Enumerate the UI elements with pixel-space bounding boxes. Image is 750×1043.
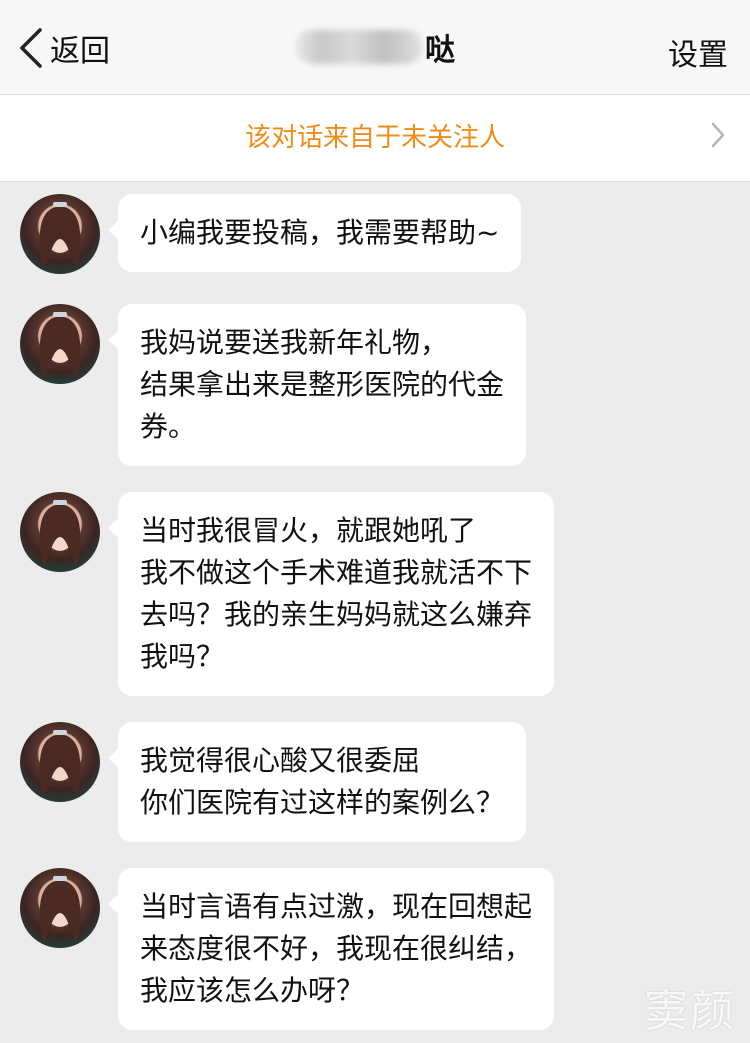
watermark: 窦颜 [644, 986, 736, 1037]
message-text-line: 来态度很不好，我现在很纠结， [140, 932, 533, 965]
stranger-notice-banner[interactable]: 该对话来自于未关注人 [0, 95, 750, 182]
notice-text: 该对话来自于未关注人 [244, 123, 505, 153]
message-bubble[interactable]: 当时言语有点过激，现在回想起 来态度很不好，我现在很纠结， 我应该怎么办呀？ [107, 868, 555, 1030]
avatar-portrait-icon [39, 500, 81, 568]
message-text-line: 当时我很冒火，就跟她吼了 [140, 514, 477, 547]
message-bubble[interactable]: 小编我要投稿，我需要帮助~ [107, 194, 522, 272]
message-bubble[interactable]: 我妈说要送我新年礼物， 结果拿出来是整形医院的代金 券。 [107, 304, 527, 466]
avatar[interactable] [20, 492, 100, 572]
avatar-portrait-icon [39, 202, 81, 270]
message-text-line: 我应该怎么办呀？ [140, 974, 365, 1007]
message-text-line: 券。 [140, 410, 197, 443]
avatar-portrait-icon [39, 730, 81, 798]
message-text-line: 当时言语有点过激，现在回想起 [140, 890, 533, 923]
message-text-line: 我不做这个手术难道我就活不下 [140, 556, 533, 589]
settings-button[interactable]: 设置 [668, 30, 728, 74]
nav-bar: 返回 哒 设置 [0, 0, 750, 95]
avatar[interactable] [20, 722, 100, 802]
message-text-line: 我妈说要送我新年礼物， [140, 326, 449, 359]
message-text-line: 去吗？我的亲生妈妈就这么嫌弃 [140, 598, 533, 631]
message-text-line: 结果拿出来是整形医院的代金 [140, 368, 505, 401]
avatar[interactable] [20, 304, 100, 384]
message-text-line: 你们医院有过这样的案例么？ [140, 786, 505, 819]
avatar-portrait-icon [39, 876, 81, 944]
message-text-line: 我觉得很心酸又很委屈 [140, 744, 421, 777]
message-bubble[interactable]: 当时我很冒火，就跟她吼了 我不做这个手术难道我就活不下 去吗？我的亲生妈妈就这么… [107, 492, 555, 696]
message-text-line: 小编我要投稿，我需要帮助~ [140, 216, 500, 249]
title-visible-text: 哒 [425, 33, 455, 68]
message-text-line: 我吗？ [140, 640, 225, 673]
chevron-right-icon [711, 122, 725, 148]
page-title: 哒 [0, 22, 750, 72]
avatar-portrait-icon [39, 312, 81, 380]
avatar[interactable] [20, 868, 100, 948]
avatar[interactable] [20, 194, 100, 274]
blurred-username [295, 30, 423, 64]
message-bubble[interactable]: 我觉得很心酸又很委屈 你们医院有过这样的案例么？ [107, 722, 527, 842]
